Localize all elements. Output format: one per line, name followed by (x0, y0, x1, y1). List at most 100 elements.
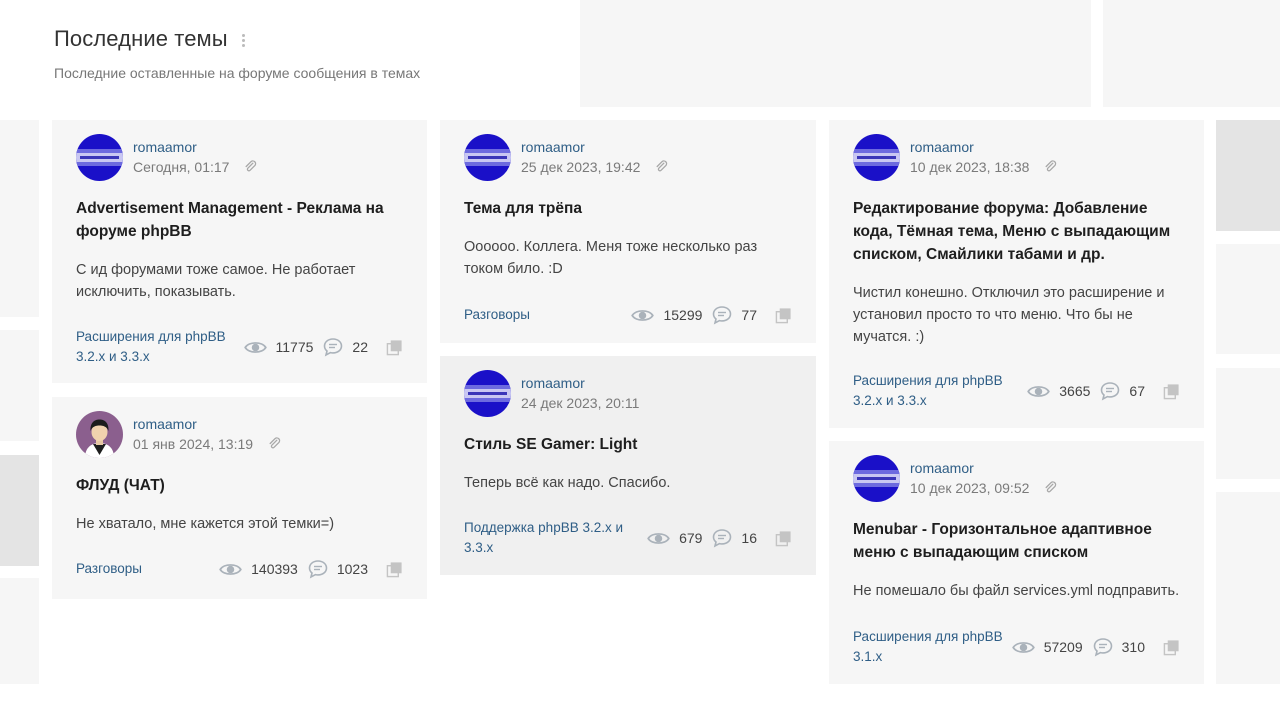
post-date: 10 дек 2023, 09:52 (910, 479, 1030, 496)
eye-icon (647, 531, 670, 546)
topic-title[interactable]: Тема для трёпа (464, 197, 792, 220)
bg-block (0, 455, 39, 566)
post-author: romaamor 10 дек 2023, 18:38 (853, 133, 1180, 181)
post-date: Сегодня, 01:17 (133, 158, 230, 175)
eye-icon (244, 340, 267, 355)
views-count: 3665 (1059, 383, 1091, 399)
bg-block (0, 330, 39, 441)
eye-icon (631, 308, 654, 323)
topic-title[interactable]: Стиль SE Gamer: Light (464, 433, 792, 456)
paperclip-icon[interactable] (243, 159, 258, 174)
replies-count: 67 (1129, 383, 1145, 399)
topic-card: romaamor 01 янв 2024, 13:19 ФЛУД (ЧАТ) Н… (52, 397, 427, 599)
comment-icon (712, 305, 732, 325)
copy-icon[interactable] (1163, 383, 1180, 400)
more-options-icon[interactable] (241, 31, 246, 47)
copy-icon[interactable] (386, 561, 403, 578)
post-author: romaamor 01 янв 2024, 13:19 (76, 410, 403, 458)
comment-icon (712, 528, 732, 548)
topic-title[interactable]: Advertisement Management - Реклама на фо… (76, 197, 403, 243)
comment-icon (1100, 381, 1120, 401)
comment-icon (308, 559, 328, 579)
card-footer: Разговоры 140393 1023 (76, 559, 403, 579)
comment-icon (323, 337, 343, 357)
section-header: Последние темы Последние оставленные на … (54, 26, 420, 81)
replies-count: 310 (1121, 639, 1145, 655)
eye-icon (1012, 640, 1035, 655)
topic-title[interactable]: Menubar - Горизонтальное адаптивное меню… (853, 518, 1180, 564)
post-excerpt: С ид форумами тоже самое. Не работает ис… (76, 262, 356, 300)
topic-card: romaamor 25 дек 2023, 19:42 Тема для трё… (440, 120, 816, 343)
avatar[interactable] (853, 455, 900, 502)
views-count: 679 (679, 530, 703, 546)
author-name[interactable]: romaamor (521, 138, 669, 157)
author-name[interactable]: romaamor (521, 374, 639, 393)
post-excerpt: Не хватало, мне кажется этой темки=) (76, 516, 335, 532)
avatar[interactable] (76, 411, 123, 458)
author-name[interactable]: romaamor (910, 138, 1058, 157)
card-footer: Разговоры 15299 77 (464, 305, 792, 325)
bg-block (580, 0, 1091, 107)
replies-count: 22 (352, 339, 368, 355)
card-footer: Поддержка phpBB 3.2.x и 3.3.x 679 16 (464, 518, 792, 558)
paperclip-icon[interactable] (654, 159, 669, 174)
avatar[interactable] (76, 134, 123, 181)
card-footer: Расширения для phpBB 3.1.x 57209 310 (853, 627, 1180, 667)
card-footer: Расширения для phpBB 3.2.x и 3.3.x 3665 … (853, 371, 1180, 411)
paperclip-icon[interactable] (1043, 480, 1058, 495)
card-footer: Расширения для phpBB 3.2.x и 3.3.x 11775… (76, 327, 403, 367)
author-name[interactable]: romaamor (133, 138, 258, 157)
views-count: 11775 (275, 339, 314, 355)
bg-block (1216, 368, 1280, 479)
author-name[interactable]: romaamor (910, 459, 1058, 478)
topic-title[interactable]: ФЛУД (ЧАТ) (76, 474, 403, 497)
post-author: romaamor 10 дек 2023, 09:52 (853, 454, 1180, 502)
copy-icon[interactable] (775, 530, 792, 547)
page-title: Последние темы (54, 26, 228, 51)
replies-count: 1023 (336, 561, 368, 577)
bg-block (1103, 0, 1280, 107)
bg-block (1216, 244, 1280, 354)
bg-block (1216, 492, 1280, 684)
post-date: 10 дек 2023, 18:38 (910, 158, 1030, 175)
views-count: 15299 (663, 307, 703, 323)
post-author: romaamor Сегодня, 01:17 (76, 133, 403, 181)
replies-count: 16 (741, 530, 757, 546)
post-excerpt: Теперь всё как надо. Спасибо. (464, 475, 671, 491)
comment-icon (1093, 637, 1113, 657)
avatar[interactable] (464, 370, 511, 417)
post-date: 01 янв 2024, 13:19 (133, 435, 254, 452)
eye-icon (1027, 384, 1050, 399)
topic-card: romaamor 24 дек 2023, 20:11 Стиль SE Gam… (440, 356, 816, 575)
forum-link[interactable]: Расширения для phpBB 3.2.x и 3.3.x (853, 371, 1013, 411)
topic-card: romaamor Сегодня, 01:17 Advertisement Ma… (52, 120, 427, 383)
copy-icon[interactable] (775, 307, 792, 324)
views-count: 140393 (251, 561, 298, 577)
forum-link[interactable]: Разговоры (464, 305, 530, 325)
post-date: 25 дек 2023, 19:42 (521, 158, 641, 175)
forum-link[interactable]: Разговоры (76, 559, 142, 579)
avatar[interactable] (464, 134, 511, 181)
paperclip-icon[interactable] (1043, 159, 1058, 174)
author-name[interactable]: romaamor (133, 415, 282, 434)
copy-icon[interactable] (386, 339, 403, 356)
forum-link[interactable]: Поддержка phpBB 3.2.x и 3.3.x (464, 518, 624, 558)
copy-icon[interactable] (1163, 639, 1180, 656)
post-excerpt: Чистил конешно. Отключил это расширение … (853, 285, 1165, 345)
topic-card: romaamor 10 дек 2023, 18:38 Редактирован… (829, 120, 1204, 428)
post-date: 24 дек 2023, 20:11 (521, 394, 640, 411)
avatar[interactable] (853, 134, 900, 181)
forum-link[interactable]: Расширения для phpBB 3.1.x (853, 627, 1012, 667)
forum-link[interactable]: Расширения для phpBB 3.2.x и 3.3.x (76, 327, 236, 367)
views-count: 57209 (1043, 639, 1083, 655)
post-excerpt: Оооооо. Коллега. Меня тоже несколько раз… (464, 239, 758, 277)
topic-title[interactable]: Редактирование форума: Добавление кода, … (853, 197, 1180, 266)
page-subtitle: Последние оставленные на форуме сообщени… (54, 65, 421, 81)
post-author: romaamor 25 дек 2023, 19:42 (464, 133, 792, 181)
post-author: romaamor 24 дек 2023, 20:11 (464, 369, 792, 417)
bg-block (0, 120, 39, 317)
topic-card: romaamor 10 дек 2023, 09:52 Menubar - Го… (829, 441, 1204, 684)
paperclip-icon[interactable] (267, 436, 282, 451)
post-excerpt: Не помешало бы файл services.yml подправ… (853, 583, 1180, 599)
eye-icon (219, 562, 242, 577)
